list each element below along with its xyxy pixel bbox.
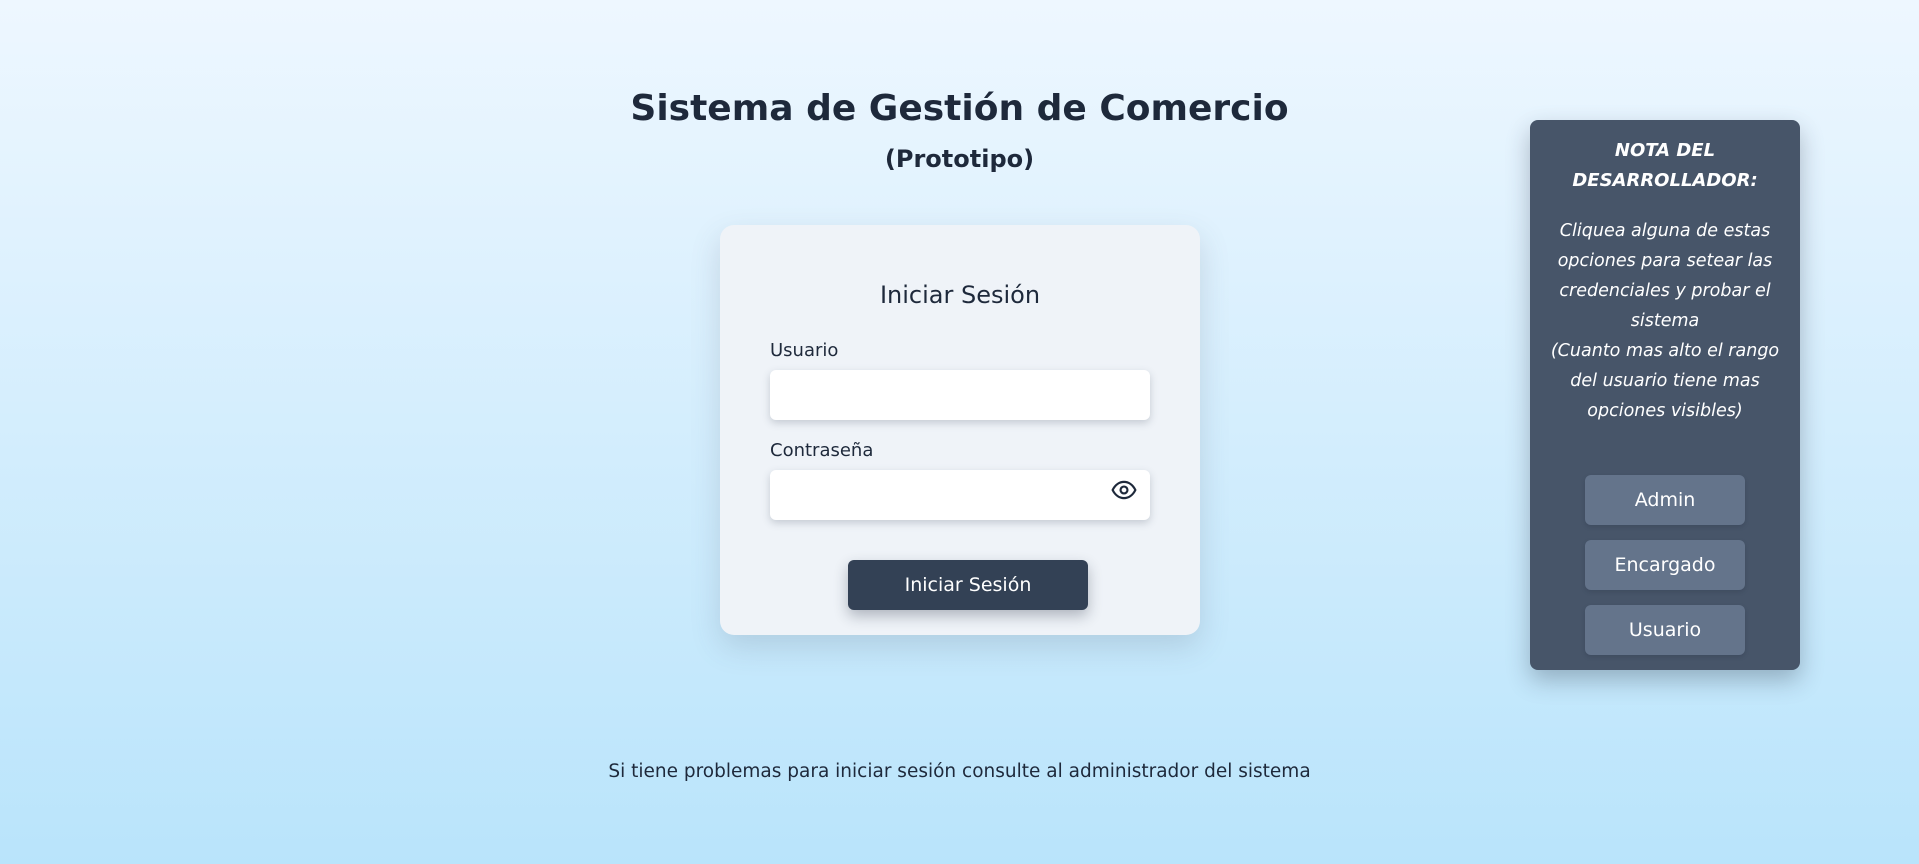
developer-note-panel: NOTA DEL DESARROLLADOR: Cliquea alguna d… (1530, 120, 1800, 670)
role-encargado-button[interactable]: Encargado (1585, 540, 1745, 590)
role-usuario-button[interactable]: Usuario (1585, 605, 1745, 655)
username-input[interactable] (770, 370, 1150, 420)
developer-note-heading: NOTA DEL DESARROLLADOR: (1572, 140, 1758, 191)
login-card: Iniciar Sesión Usuario Contraseña Inicia… (720, 225, 1200, 635)
username-label: Usuario (770, 340, 839, 361)
developer-note-hint: (Cuanto mas alto el rango del usuario ti… (1550, 341, 1780, 421)
developer-note-instructions: Cliquea alguna de estas opciones para se… (1557, 221, 1773, 331)
footer-help-text: Si tiene problemas para iniciar sesión c… (608, 761, 1311, 782)
developer-note-body: Cliquea alguna de estas opciones para se… (1544, 216, 1786, 426)
password-label: Contraseña (770, 440, 874, 461)
password-input[interactable] (770, 470, 1150, 520)
role-admin-button[interactable]: Admin (1585, 475, 1745, 525)
eye-icon[interactable] (1110, 476, 1138, 504)
login-title: Iniciar Sesión (879, 281, 1041, 309)
login-submit-button[interactable]: Iniciar Sesión (848, 560, 1088, 610)
